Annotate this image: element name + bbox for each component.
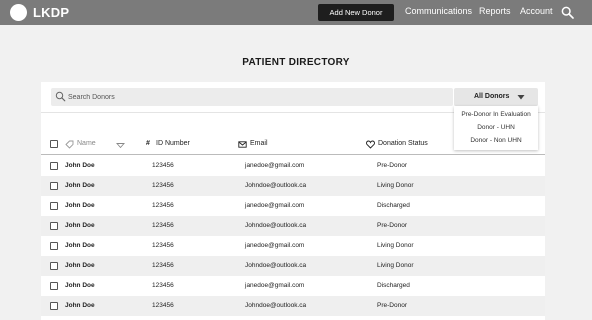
page-title: PATIENT DIRECTORY [242, 57, 350, 68]
row-id: 123456 [152, 262, 174, 269]
nav-reports[interactable]: Reports [479, 6, 511, 16]
nav-communications[interactable]: Communications [405, 6, 472, 16]
heart-icon [366, 140, 375, 149]
row-checkbox[interactable] [50, 162, 58, 170]
table-row[interactable]: John Doe 123456 janedoe@gmail.com Living… [41, 236, 545, 256]
add-new-donor-button[interactable]: Add New Donor [318, 4, 394, 21]
row-name: John Doe [65, 202, 95, 209]
row-id: 123456 [152, 302, 174, 309]
row-name: John Doe [65, 262, 95, 269]
row-name: John Doe [65, 242, 95, 249]
search-icon[interactable] [561, 6, 574, 19]
row-checkbox[interactable] [50, 222, 58, 230]
row-name: John Doe [65, 282, 95, 289]
column-header-status[interactable]: Donation Status [378, 140, 428, 147]
hash-icon: # [146, 140, 150, 147]
row-id: 123456 [152, 242, 174, 249]
nav-account[interactable]: Account [520, 6, 553, 16]
row-email: janedoe@gmail.com [245, 242, 305, 249]
row-id: 123456 [152, 162, 174, 169]
filter-option-pre-donor[interactable]: Pre-Donor In Evaluation [454, 111, 538, 118]
filter-option-donor-uhn[interactable]: Donor - UHN [454, 124, 538, 131]
row-email: janedoe@gmail.com [245, 202, 305, 209]
row-email: Johndoe@outlook.ca [245, 182, 307, 189]
column-header-name[interactable]: Name [77, 140, 96, 147]
table-row[interactable]: John Doe 123456 janedoe@gmail.com Discha… [41, 196, 545, 216]
logo-icon[interactable] [10, 4, 27, 21]
row-checkbox[interactable] [50, 282, 58, 290]
row-status: Pre-Donor [377, 222, 407, 229]
row-id: 123456 [152, 182, 174, 189]
row-checkbox[interactable] [50, 182, 58, 190]
row-email: Johndoe@outlook.ca [245, 302, 307, 309]
search-donors-input[interactable] [68, 88, 448, 106]
row-checkbox[interactable] [50, 262, 58, 270]
row-checkbox[interactable] [50, 202, 58, 210]
search-bar[interactable] [51, 88, 453, 106]
row-status: Discharged [377, 202, 410, 209]
filter-option-donor-non-uhn[interactable]: Donor - Non UHN [454, 137, 538, 144]
search-icon [55, 91, 66, 102]
row-status: Living Donor [377, 242, 414, 249]
top-navbar: LKDP Add New Donor Communications Report… [0, 0, 592, 25]
row-name: John Doe [65, 162, 95, 169]
row-id: 123456 [152, 202, 174, 209]
filter-selected-value: All Donors [474, 93, 510, 100]
row-status: Pre-Donor [377, 162, 407, 169]
column-header-email[interactable]: Email [250, 140, 268, 147]
row-status: Discharged [377, 282, 410, 289]
row-email: Johndoe@outlook.ca [245, 262, 307, 269]
row-status: Living Donor [377, 262, 414, 269]
row-checkbox[interactable] [50, 302, 58, 310]
table-row[interactable]: John Doe 123456 Johndoe@outlook.ca Livin… [41, 256, 545, 276]
row-email: janedoe@gmail.com [245, 282, 305, 289]
row-name: John Doe [65, 182, 95, 189]
row-id: 123456 [152, 282, 174, 289]
row-name: John Doe [65, 222, 95, 229]
row-status: Pre-Donor [377, 302, 407, 309]
row-checkbox[interactable] [50, 242, 58, 250]
mail-icon [238, 141, 247, 148]
brand-name[interactable]: LKDP [33, 5, 69, 20]
donor-filter-menu: Pre-Donor In Evaluation Donor - UHN Dono… [454, 106, 538, 150]
row-name: John Doe [65, 302, 95, 309]
table-row[interactable]: John Doe 123456 janedoe@gmail.com Pre-Do… [41, 156, 545, 176]
row-email: janedoe@gmail.com [245, 162, 305, 169]
chevron-down-icon [517, 95, 525, 100]
table-row[interactable]: John Doe 123456 Johndoe@outlook.ca Pre-D… [41, 296, 545, 316]
chevron-down-icon[interactable] [116, 141, 125, 150]
donor-filter-dropdown[interactable]: All Donors [454, 88, 538, 106]
table-row[interactable]: John Doe 123456 Johndoe@outlook.ca Livin… [41, 176, 545, 196]
row-status: Living Donor [377, 182, 414, 189]
row-id: 123456 [152, 222, 174, 229]
table-row[interactable]: John Doe 123456 janedoe@gmail.com Discha… [41, 276, 545, 296]
table-row[interactable]: John Doe 123456 Johndoe@outlook.ca Pre-D… [41, 216, 545, 236]
select-all-checkbox[interactable] [50, 140, 58, 148]
tag-icon [65, 140, 74, 149]
column-header-id[interactable]: ID Number [156, 140, 190, 147]
row-email: Johndoe@outlook.ca [245, 222, 307, 229]
